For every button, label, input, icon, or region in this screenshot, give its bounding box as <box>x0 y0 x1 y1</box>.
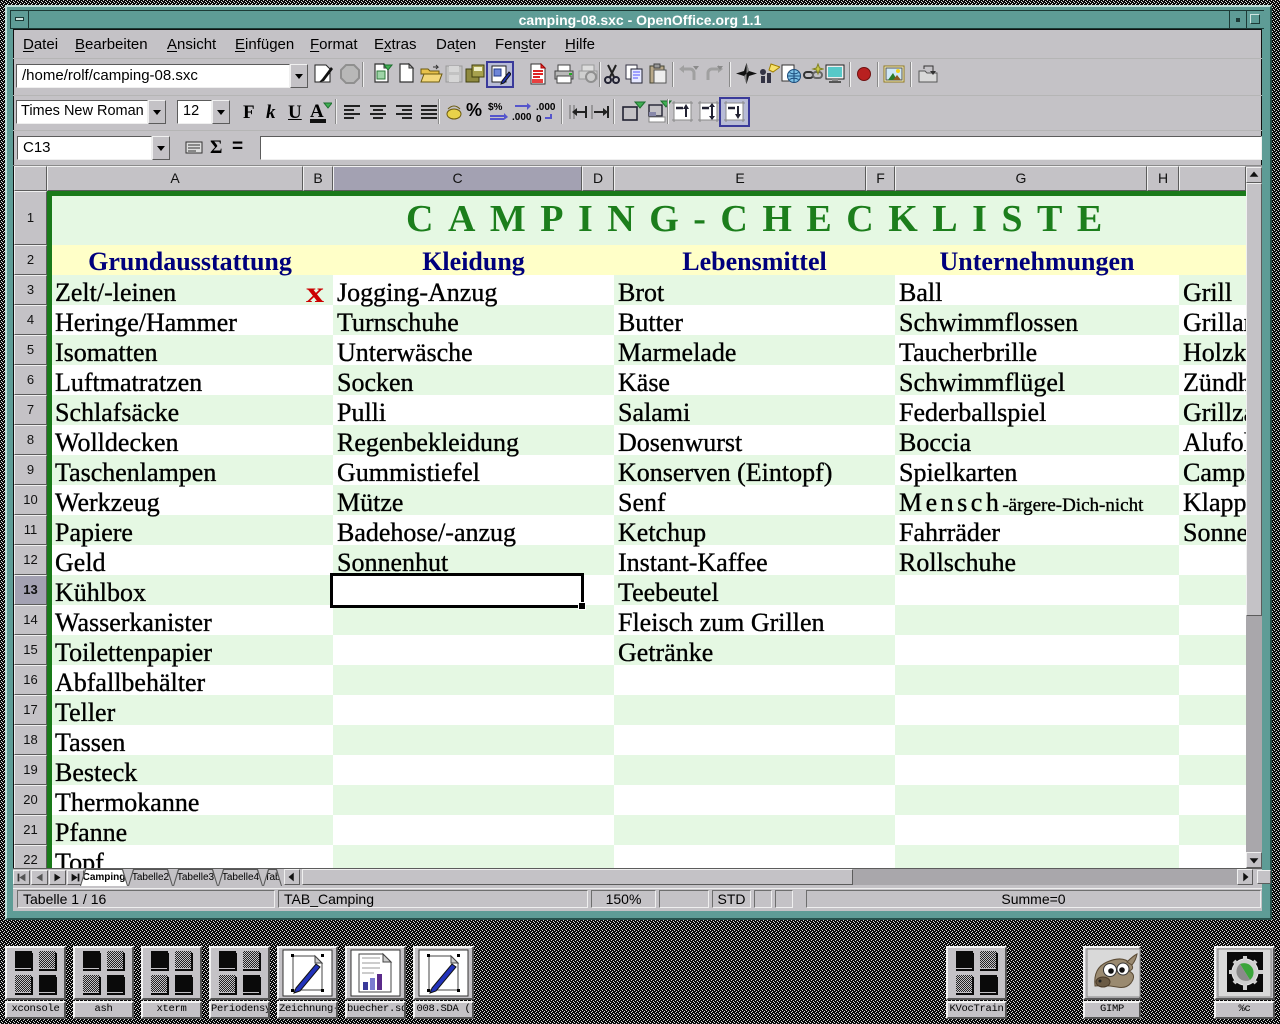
svg-text:A: A <box>310 101 324 122</box>
svg-text:$%: $% <box>488 102 503 113</box>
svg-text:.000: .000 <box>512 112 532 123</box>
svg-text:.000: .000 <box>536 102 556 113</box>
svg-text:0: 0 <box>536 114 542 124</box>
